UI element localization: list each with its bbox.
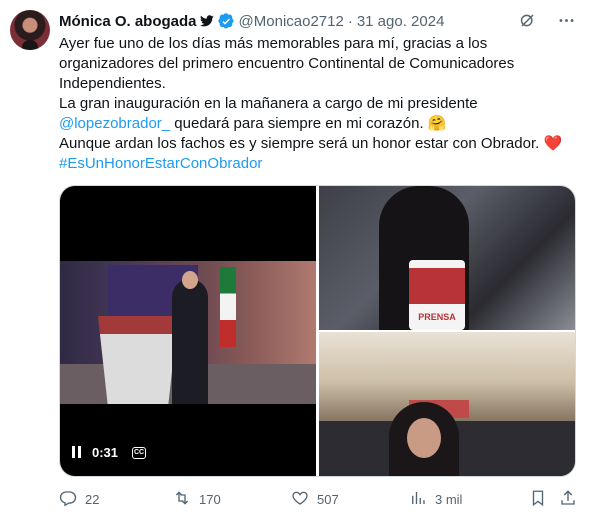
tweet-text-line: Aunque ardan los fachos es y siempre ser… <box>59 135 563 152</box>
tweet-text: Ayer fue uno de los días más memorables … <box>59 34 579 174</box>
tweet-text-fragment: quedará para siempre en mi corazón. 🤗 <box>170 115 447 132</box>
mention-link[interactable]: @lopezobrador_ <box>59 115 170 132</box>
video-controls: 0:31 CC <box>72 445 147 460</box>
tweet-text-line: Ayer fue uno de los días más memorables … <box>59 35 488 52</box>
like-count: 507 <box>317 491 339 507</box>
retweet-icon <box>173 489 191 510</box>
reply-icon <box>59 489 77 510</box>
like-icon <box>291 489 309 510</box>
bookmark-icon <box>529 489 547 510</box>
views-icon <box>409 489 427 510</box>
pause-icon[interactable] <box>72 445 84 460</box>
photo-woman <box>389 402 459 476</box>
hashtag-link[interactable]: #EsUnHonorEstarConObrador <box>59 154 579 174</box>
tweet-text-line: Independientes. <box>59 75 166 92</box>
captions-icon[interactable]: CC <box>132 446 147 459</box>
tweet-text-line: La gran inauguración en la mañanera a ca… <box>59 95 478 112</box>
share-icon <box>559 489 577 510</box>
twitter-bird-icon <box>199 15 214 27</box>
tweet-date[interactable]: 31 ago. 2024 <box>357 13 445 30</box>
media-grid: 0:31 CC <box>59 185 576 477</box>
press-badge <box>409 260 465 330</box>
header-actions <box>518 11 576 35</box>
avatar[interactable] <box>10 10 50 50</box>
reply-count: 22 <box>85 491 100 507</box>
views-count: 3 mil <box>435 491 463 507</box>
bookmark-button[interactable] <box>529 489 547 510</box>
tweet-text-line: organizadores del primero encuentro Cont… <box>59 55 515 72</box>
photo-crowd[interactable] <box>319 332 575 476</box>
verified-badge-icon <box>217 12 235 30</box>
video-player[interactable]: 0:31 CC <box>60 186 316 476</box>
more-icon[interactable] <box>557 11 576 35</box>
views-button[interactable]: 3 mil <box>409 489 462 510</box>
like-button[interactable]: 507 <box>291 489 339 510</box>
author-handle[interactable]: @Monicao2712 <box>239 13 344 30</box>
tweet-text-line: @lopezobrador_ quedará para siempre en m… <box>59 114 579 134</box>
video-timestamp: 0:31 <box>92 445 119 460</box>
video-flag <box>220 267 236 347</box>
video-frame[interactable] <box>60 261 316 404</box>
video-podium <box>98 316 178 404</box>
author-name[interactable]: Mónica O. abogada <box>59 13 197 30</box>
tweet-header: Mónica O. abogada @Monicao2712 · 31 ago.… <box>59 12 444 30</box>
action-bar: 22 170 507 3 mil <box>59 488 577 510</box>
video-person <box>172 271 208 404</box>
retweet-button[interactable]: 170 <box>173 489 221 510</box>
retweet-count: 170 <box>199 491 221 507</box>
grok-icon[interactable] <box>518 11 537 35</box>
reply-button[interactable]: 22 <box>59 489 99 510</box>
separator: · <box>347 12 353 30</box>
photo-press-badge[interactable] <box>319 186 575 330</box>
share-button[interactable] <box>559 489 577 510</box>
